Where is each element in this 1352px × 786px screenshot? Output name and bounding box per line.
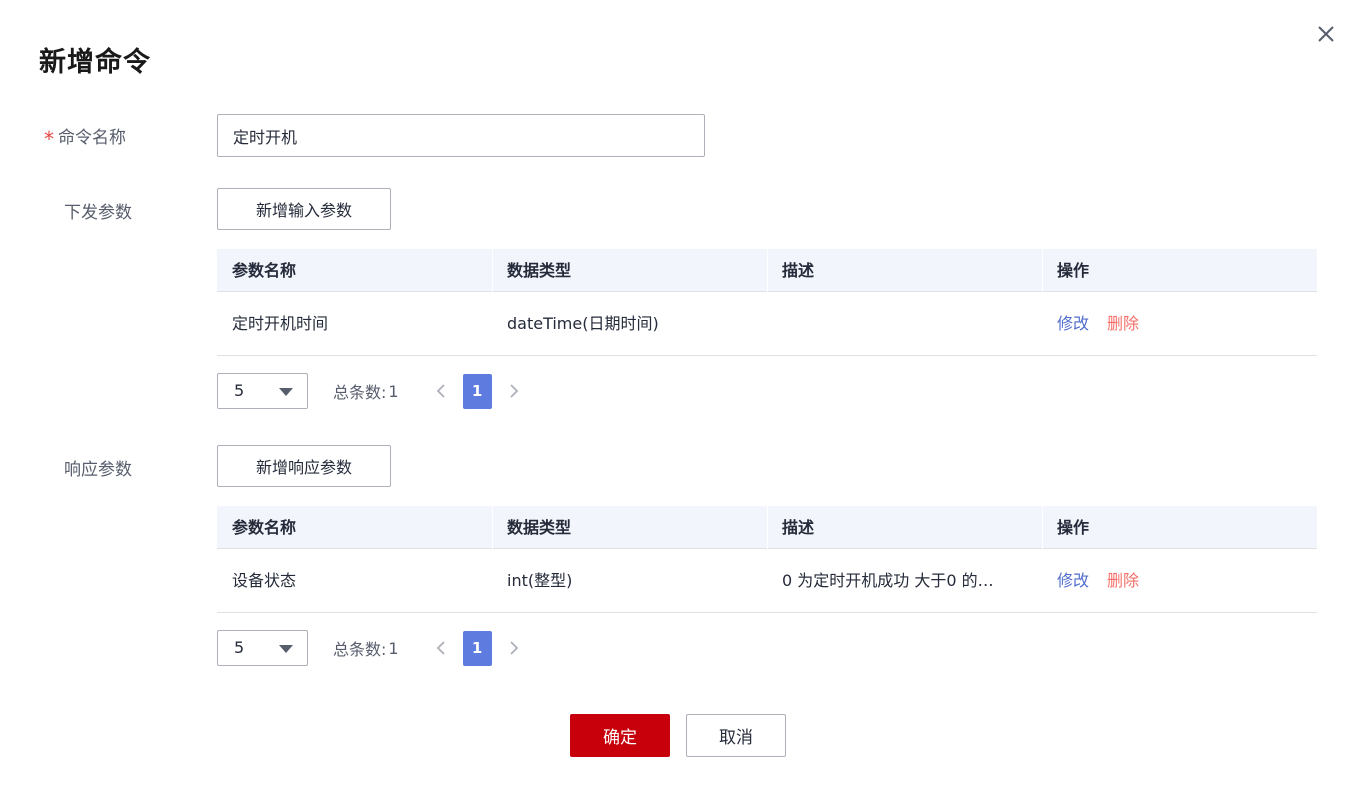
response-params-table: 参数名称 数据类型 描述 操作 设备状态 int(整型) 0 为定时开机成功 大… <box>217 506 1317 613</box>
page-size-value: 5 <box>234 381 245 400</box>
delete-link[interactable]: 删除 <box>1107 314 1139 333</box>
header-operations: 操作 <box>1042 506 1317 549</box>
total-count: 1 <box>388 381 399 401</box>
next-page-button[interactable] <box>504 630 524 666</box>
input-params-label: 下发参数 <box>64 203 132 223</box>
delete-link[interactable]: 删除 <box>1107 571 1139 590</box>
page-size-select[interactable]: 5 <box>217 373 308 409</box>
prev-page-button[interactable] <box>431 630 451 666</box>
edit-link[interactable]: 修改 <box>1057 314 1089 333</box>
table-header: 参数名称 数据类型 描述 操作 <box>217 506 1317 549</box>
add-command-dialog: 新增命令 *命令名称 下发参数 新增输入参数 参数名称 数据类型 描述 操作 定… <box>0 0 1352 786</box>
table-row: 定时开机时间 dateTime(日期时间) 修改 删除 <box>217 292 1317 356</box>
response-table-pager: 5 总条数: 1 1 <box>217 630 524 666</box>
chevron-down-icon <box>279 645 293 653</box>
cancel-button[interactable]: 取消 <box>686 714 786 757</box>
cell-operations: 修改 删除 <box>1042 292 1317 355</box>
required-mark: * <box>44 127 54 151</box>
page-number-button[interactable]: 1 <box>462 373 492 409</box>
input-params-table: 参数名称 数据类型 描述 操作 定时开机时间 dateTime(日期时间) 修改… <box>217 249 1317 356</box>
edit-link[interactable]: 修改 <box>1057 571 1089 590</box>
header-operations: 操作 <box>1042 249 1317 292</box>
page-size-select[interactable]: 5 <box>217 630 308 666</box>
confirm-button[interactable]: 确定 <box>570 714 670 757</box>
total-label: 总条数: <box>333 383 387 402</box>
table-row: 设备状态 int(整型) 0 为定时开机成功 大于0 的… 修改 删除 <box>217 549 1317 613</box>
response-params-label: 响应参数 <box>64 460 132 480</box>
total-count: 1 <box>388 638 399 658</box>
close-icon[interactable] <box>1312 20 1340 48</box>
dialog-title: 新增命令 <box>39 47 151 78</box>
chevron-right-icon <box>509 384 518 398</box>
cell-param-name: 设备状态 <box>232 571 297 590</box>
page-size-value: 5 <box>234 638 245 657</box>
cell-param-name: 定时开机时间 <box>232 314 329 333</box>
cell-description: 0 为定时开机成功 大于0 的… <box>782 571 994 590</box>
header-description: 描述 <box>767 506 1042 549</box>
add-input-param-button[interactable]: 新增输入参数 <box>217 188 391 230</box>
chevron-right-icon <box>509 641 518 655</box>
header-data-type: 数据类型 <box>492 506 767 549</box>
command-name-label: * 命令名称 <box>44 123 126 151</box>
chevron-left-icon <box>436 641 445 655</box>
input-table-pager: 5 总条数: 1 1 <box>217 373 524 409</box>
header-data-type: 数据类型 <box>492 249 767 292</box>
command-name-input[interactable] <box>217 114 705 157</box>
cell-data-type: dateTime(日期时间) <box>507 314 659 333</box>
chevron-left-icon <box>436 384 445 398</box>
header-param-name: 参数名称 <box>232 518 297 537</box>
page-number-button[interactable]: 1 <box>462 630 492 666</box>
table-header: 参数名称 数据类型 描述 操作 <box>217 249 1317 292</box>
header-param-name: 参数名称 <box>232 261 297 280</box>
next-page-button[interactable] <box>504 373 524 409</box>
cell-operations: 修改 删除 <box>1042 549 1317 612</box>
cell-description <box>767 292 1042 355</box>
header-description: 描述 <box>767 249 1042 292</box>
total-label: 总条数: <box>333 640 387 659</box>
chevron-down-icon <box>279 388 293 396</box>
add-response-param-button[interactable]: 新增响应参数 <box>217 445 391 487</box>
prev-page-button[interactable] <box>431 373 451 409</box>
command-name-label-text: 命令名称 <box>58 128 126 148</box>
close-icon-svg <box>1318 26 1334 42</box>
cell-data-type: int(整型) <box>507 571 573 590</box>
